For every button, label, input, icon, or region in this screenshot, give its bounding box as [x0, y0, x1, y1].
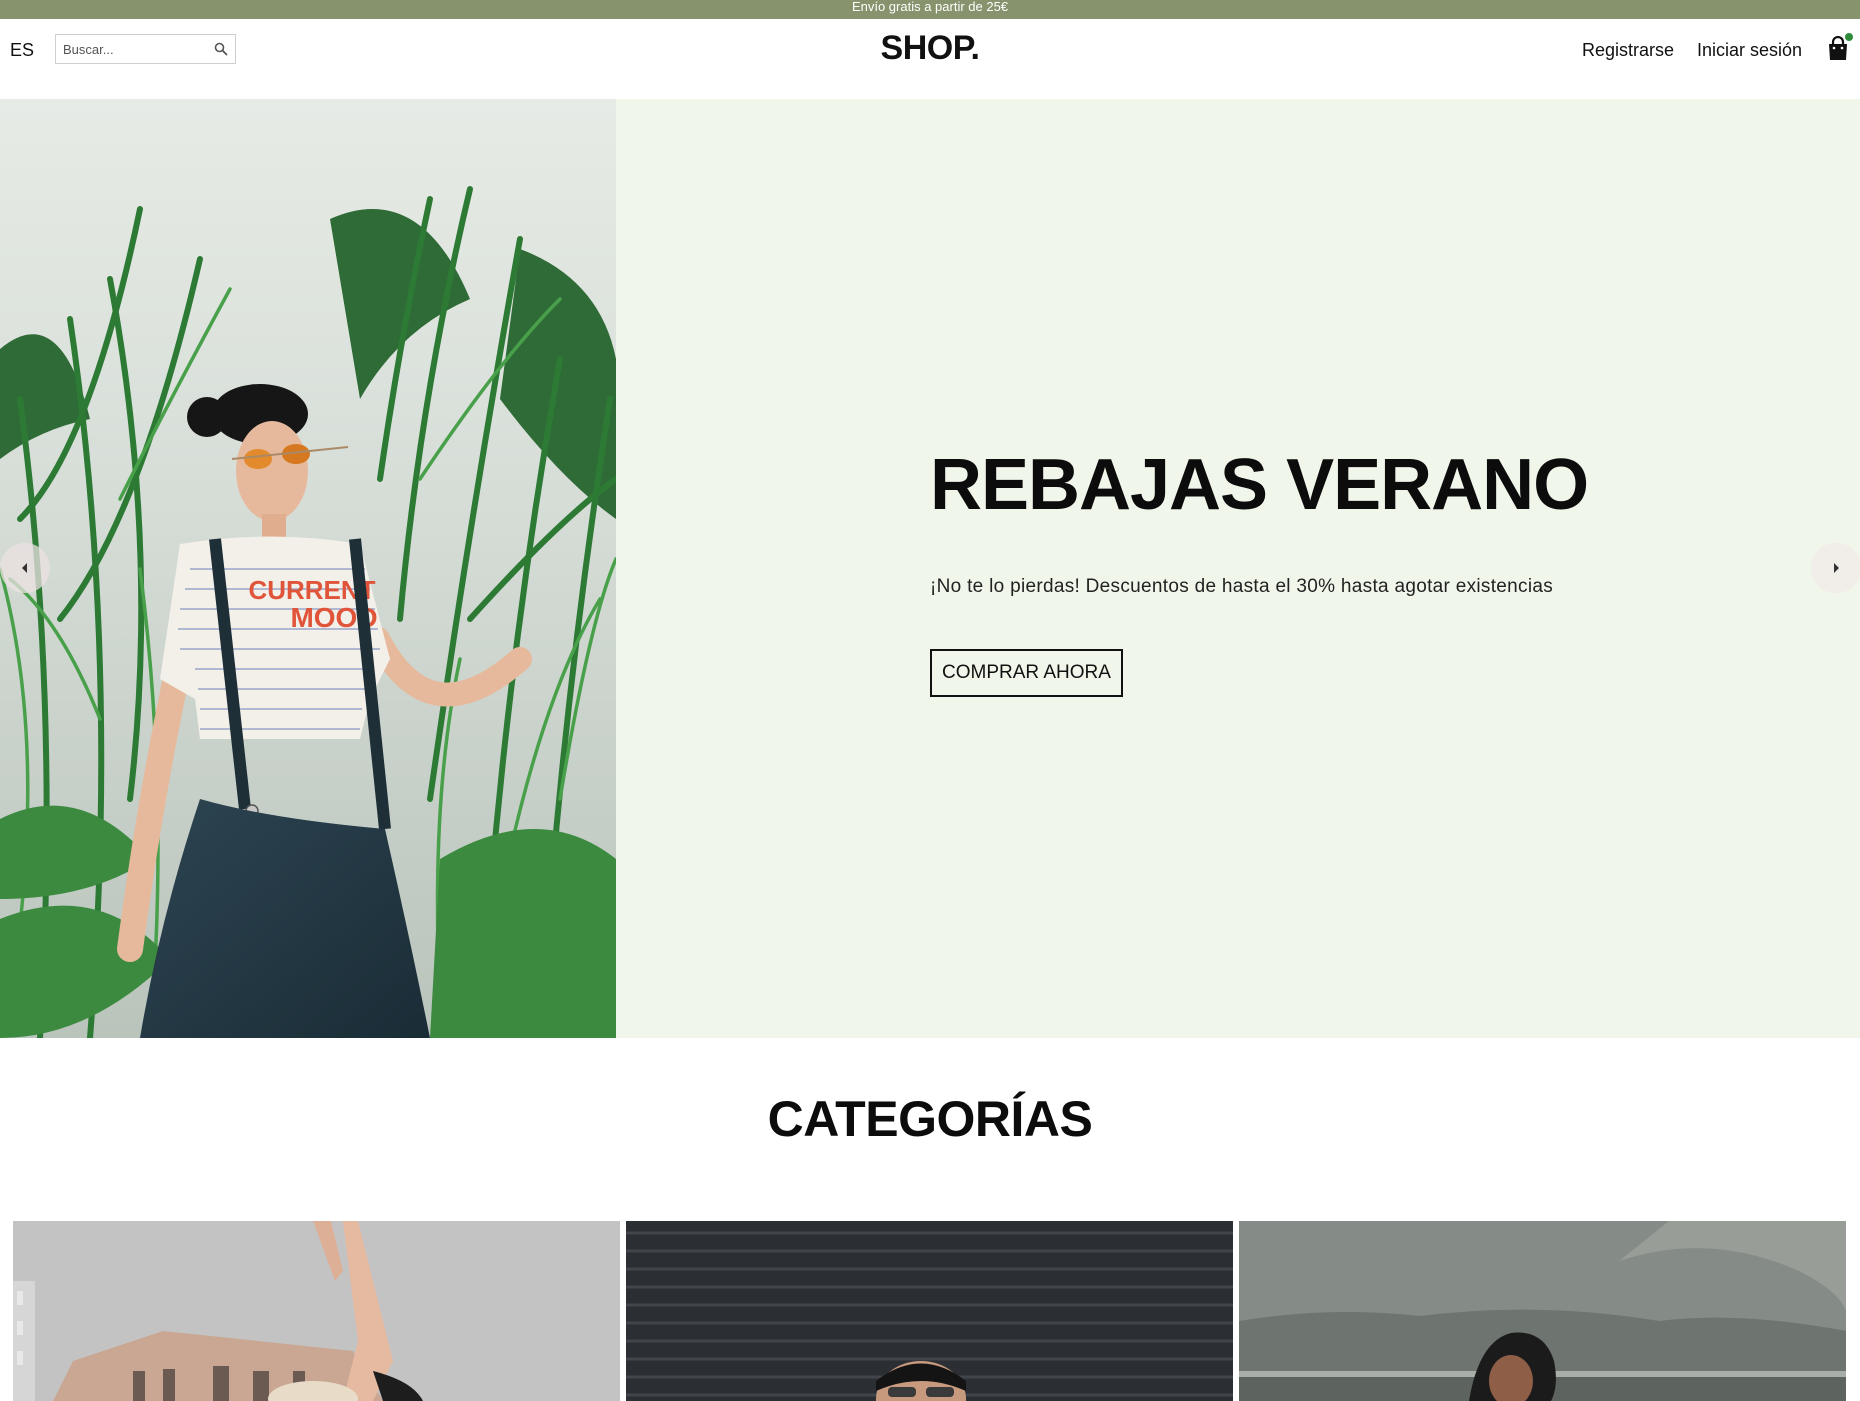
chevron-left-icon: [22, 563, 27, 573]
hero-subtitle: ¡No te lo pierdas! Descuentos de hasta e…: [930, 576, 1554, 597]
search-input[interactable]: [56, 35, 211, 63]
hero-slider: CURRENT MOOD REBAJAS VERANO ¡No te lo pi…: [0, 99, 1860, 1038]
shop-logo[interactable]: SHOP.: [881, 29, 980, 67]
category-card-2[interactable]: [626, 1221, 1233, 1401]
category-card-3[interactable]: [1239, 1221, 1846, 1401]
logo-wrapper: SHOP.: [0, 29, 1860, 68]
categories-title: CATEGORÍAS: [767, 1091, 1093, 1147]
announcement-text: Envío gratis a partir de 25€: [851, 0, 1009, 14]
category-image-3: [1239, 1221, 1846, 1401]
register-link[interactable]: Registrarse: [1582, 40, 1674, 61]
category-card-1[interactable]: [13, 1221, 620, 1401]
shop-now-button[interactable]: COMPRAR AHORA: [930, 649, 1123, 697]
hero-title: REBAJAS VERANO: [930, 445, 1589, 525]
chevron-right-icon: [1834, 563, 1839, 573]
language-selector[interactable]: ES: [10, 40, 34, 61]
category-image-2: [626, 1221, 1233, 1401]
announcement-bar: Envío gratis a partir de 25€: [0, 0, 1860, 19]
category-image-1: [13, 1221, 620, 1401]
cart-badge: [1845, 33, 1853, 41]
slider-prev-button[interactable]: [0, 543, 50, 593]
site-header: ES SHOP. Registrarse Iniciar sesión: [0, 19, 1860, 99]
search-box: [55, 34, 236, 64]
search-icon[interactable]: [214, 42, 228, 56]
hero-image: CURRENT MOOD: [0, 99, 616, 1038]
slider-next-button[interactable]: [1811, 543, 1860, 593]
login-link[interactable]: Iniciar sesión: [1697, 40, 1802, 61]
